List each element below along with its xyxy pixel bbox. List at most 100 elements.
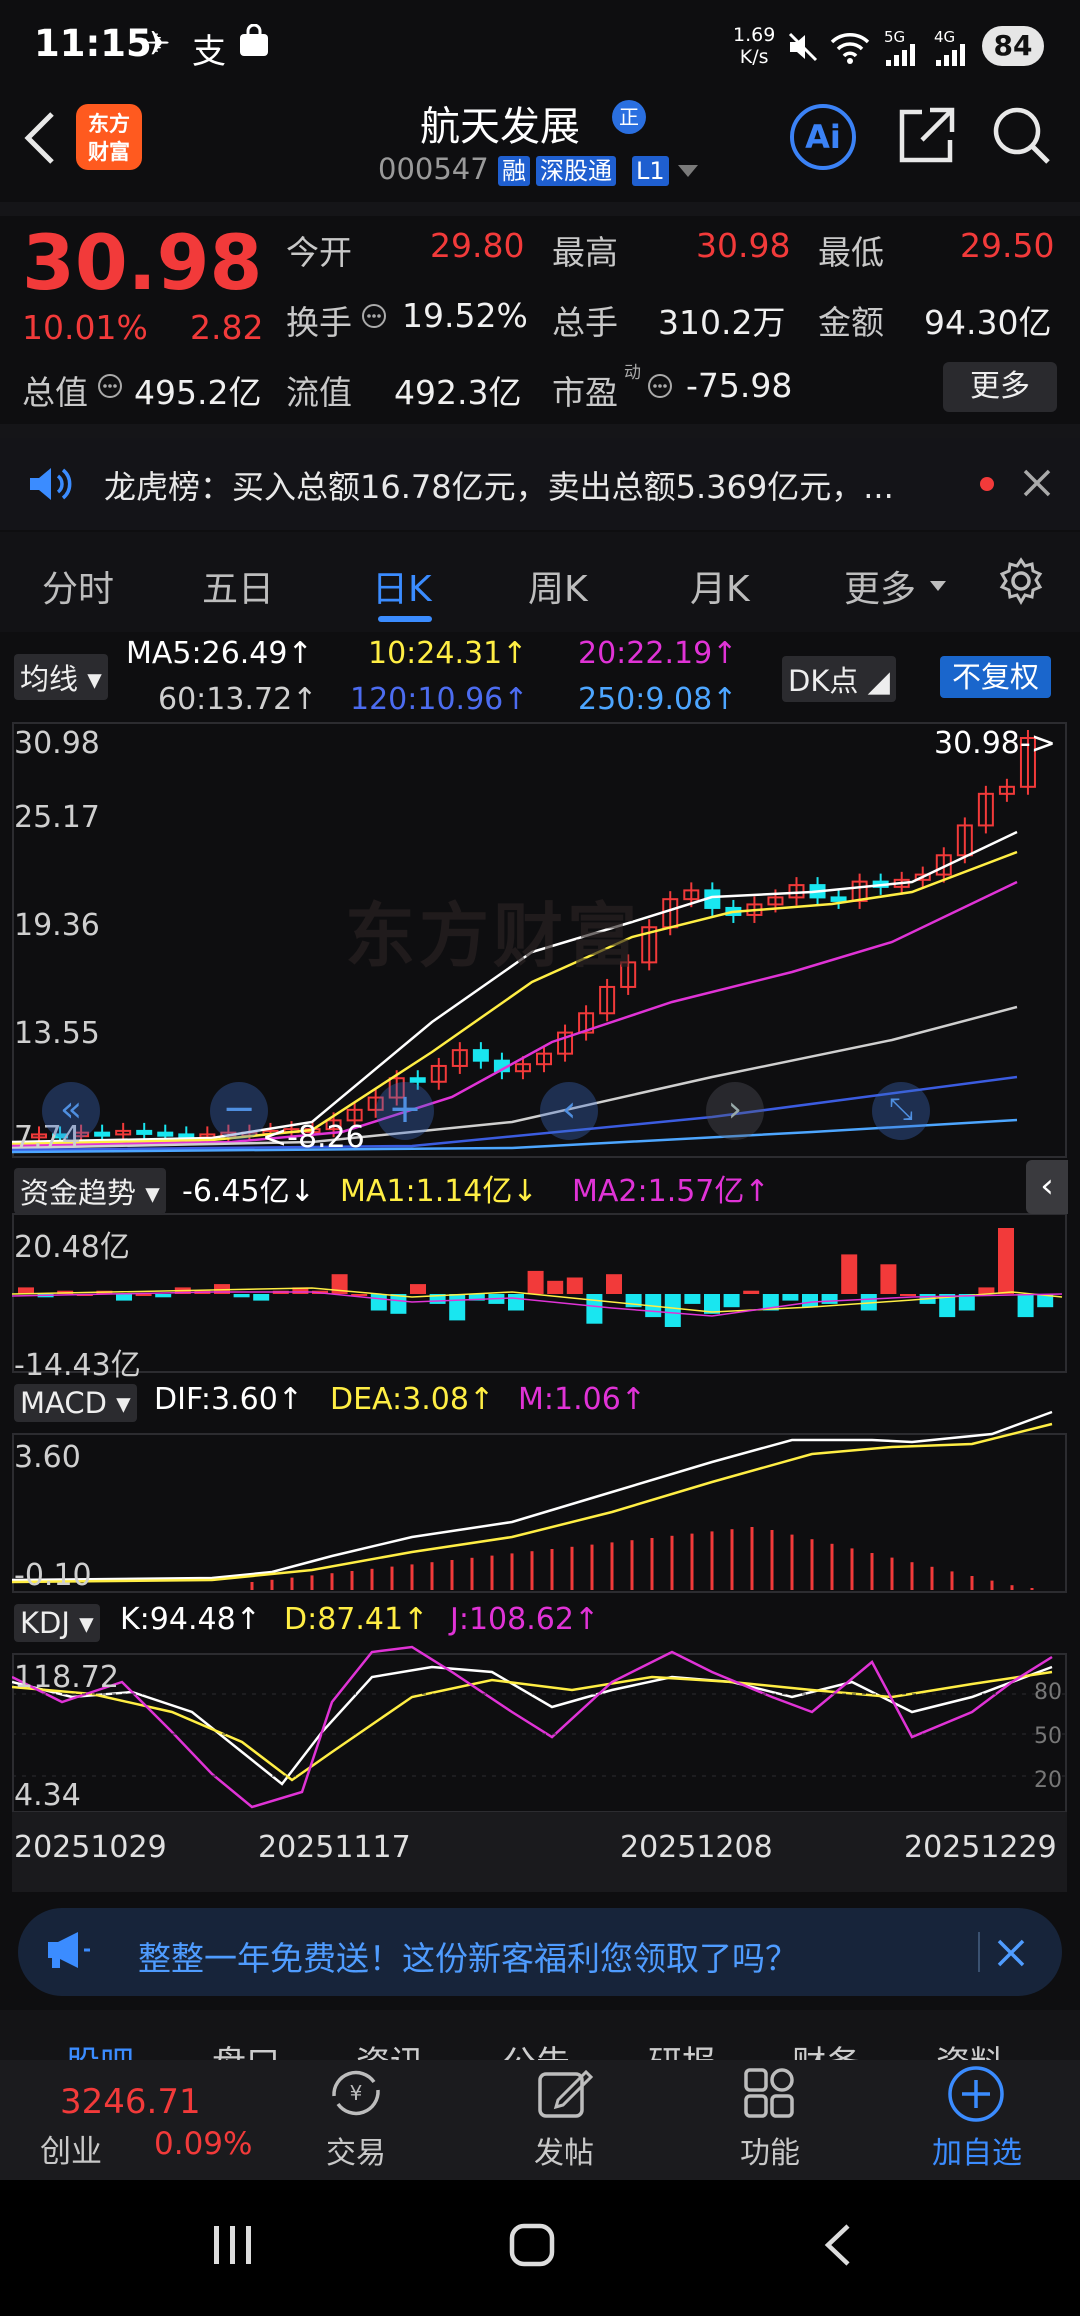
scroll-right-button[interactable]: › xyxy=(706,1082,764,1140)
macd-y-bottom: -0.10 xyxy=(14,1558,92,1593)
search-icon[interactable] xyxy=(990,104,1054,172)
funds-bar xyxy=(253,1294,270,1301)
chevron-down-icon[interactable] xyxy=(678,164,698,183)
funds-bar xyxy=(606,1274,622,1294)
tab-five-day[interactable]: 五日 xyxy=(202,560,274,612)
speaker-icon xyxy=(28,464,74,508)
trade-label[interactable]: 交易 xyxy=(316,2128,396,2172)
candle-body xyxy=(136,1129,153,1135)
wifi-icon xyxy=(830,30,870,68)
function-grid-icon[interactable] xyxy=(742,2066,798,2124)
candle-body xyxy=(157,1131,174,1137)
app-notification-icon: ✈ xyxy=(142,24,171,64)
ma120-value: 120:10.96↑ xyxy=(350,682,529,717)
megaphone-icon xyxy=(44,1928,92,1976)
unread-dot xyxy=(980,477,994,491)
float-cap-value: 492.3亿 xyxy=(394,373,522,412)
ma5-value: MA5:26.49↑ xyxy=(126,636,313,671)
back-nav-icon[interactable] xyxy=(818,2222,858,2272)
home-icon[interactable] xyxy=(508,2222,558,2272)
tab-daily-k[interactable]: 日K xyxy=(372,560,432,612)
volume-label: 总手 xyxy=(552,303,618,342)
index-value[interactable]: 3246.71 xyxy=(60,2082,201,2122)
change-percent: 10.01% xyxy=(22,308,148,347)
share-icon[interactable] xyxy=(896,104,958,170)
ma20-value: 20:22.19↑ xyxy=(578,636,738,671)
turnover-value: 19.52% xyxy=(402,296,528,335)
collapse-panel-button[interactable]: ‹ xyxy=(1026,1160,1068,1214)
function-label[interactable]: 功能 xyxy=(730,2128,810,2172)
ma-selector-dropdown[interactable]: 均线 ▾ xyxy=(14,654,108,700)
funds-bar xyxy=(900,1294,916,1296)
x-date-1: 20251029 xyxy=(14,1830,167,1865)
y-tick-2: 25.17 xyxy=(14,800,100,835)
caret-down-icon[interactable] xyxy=(930,578,946,597)
banner-divider xyxy=(978,1932,980,1972)
kdj-y-top: 118.72 xyxy=(14,1660,119,1695)
back-button[interactable] xyxy=(20,108,70,168)
zoom-in-button[interactable]: + xyxy=(376,1082,434,1140)
post-icon[interactable] xyxy=(536,2066,594,2124)
high-value: 30.98 xyxy=(696,226,791,265)
funds-bar xyxy=(116,1294,132,1301)
adjust-mode-button[interactable]: 不复权 xyxy=(940,656,1052,698)
market-cap-label: 总值 xyxy=(22,373,88,412)
fullscreen-icon[interactable]: ⤡ xyxy=(872,1082,930,1140)
funds-bar xyxy=(233,1294,250,1298)
info-icon[interactable] xyxy=(360,302,388,334)
add-watchlist-label[interactable]: 加自选 xyxy=(924,2128,1030,2172)
candle-body xyxy=(472,1049,489,1062)
funds-bar xyxy=(410,1284,426,1294)
open-value: 29.80 xyxy=(430,226,525,265)
ai-assistant-button[interactable]: Ai xyxy=(790,104,856,170)
funds-y-top: 20.48亿 xyxy=(14,1230,130,1265)
close-icon[interactable] xyxy=(996,1938,1026,1972)
funds-bar xyxy=(743,1290,760,1294)
candle-body xyxy=(94,1131,111,1137)
active-tab-indicator xyxy=(378,616,432,622)
pe-dynamic-sup: 动 xyxy=(624,363,641,383)
funds-bar xyxy=(723,1294,740,1308)
amount-value: 94.30亿 xyxy=(924,303,1052,342)
zoom-out-button[interactable]: − xyxy=(210,1082,268,1140)
index-name[interactable]: 创业 xyxy=(40,2126,102,2171)
tab-more[interactable]: 更多 xyxy=(844,560,916,612)
index-change[interactable]: 0.09% xyxy=(154,2126,252,2162)
connect-tag: 深股通 xyxy=(536,156,616,186)
tab-weekly-k[interactable]: 周K xyxy=(528,560,588,612)
funds-bar xyxy=(449,1294,466,1321)
funds-y-bottom: -14.43亿 xyxy=(14,1348,141,1383)
macd-m: M:1.06↑ xyxy=(518,1382,646,1417)
recent-apps-icon[interactable] xyxy=(208,2222,258,2272)
y-tick-1: 30.98 xyxy=(14,726,100,761)
trade-icon[interactable]: ¥ xyxy=(324,2066,388,2124)
ma5-line xyxy=(11,830,1018,1144)
pe-label: 市盈 xyxy=(552,373,618,412)
dk-point-button[interactable]: DK点 ◢ xyxy=(782,656,896,702)
tab-monthly-k[interactable]: 月K xyxy=(690,560,750,612)
kdj-k: K:94.48↑ xyxy=(120,1602,261,1637)
candle-body xyxy=(830,896,847,902)
scroll-left-button[interactable]: ‹ xyxy=(540,1082,598,1140)
more-quote-button[interactable]: 更多 xyxy=(943,362,1057,412)
scroll-start-button[interactable]: « xyxy=(42,1082,100,1140)
kdj-j: J:108.62↑ xyxy=(450,1602,600,1637)
close-icon[interactable] xyxy=(1022,468,1052,502)
x-date-2: 20251117 xyxy=(258,1830,411,1865)
gear-icon[interactable] xyxy=(996,556,1046,610)
tab-intraday[interactable]: 分时 xyxy=(42,560,114,612)
info-icon[interactable] xyxy=(646,372,674,404)
kdj-level-50: 50 xyxy=(1034,1724,1062,1749)
kdj-selector-dropdown[interactable]: KDJ ▾ xyxy=(14,1604,100,1642)
funds-bar xyxy=(684,1294,701,1304)
funds-bar xyxy=(664,1294,681,1327)
funds-selector-dropdown[interactable]: 资金趋势 ▾ xyxy=(14,1168,166,1214)
low-marker-label: <-8.26 xyxy=(262,1120,365,1155)
macd-selector-dropdown[interactable]: MACD ▾ xyxy=(14,1384,137,1422)
low-value: 29.50 xyxy=(960,226,1055,265)
post-label[interactable]: 发帖 xyxy=(524,2128,604,2172)
promo-text[interactable]: 整整一年免费送！这份新客福利您领取了吗？ xyxy=(138,1932,798,1980)
info-icon[interactable] xyxy=(96,372,124,404)
add-watchlist-icon[interactable] xyxy=(946,2064,1006,2128)
notice-text[interactable]: 龙虎榜：买入总额16.78亿元，卖出总额5.369亿元，... xyxy=(104,462,894,508)
